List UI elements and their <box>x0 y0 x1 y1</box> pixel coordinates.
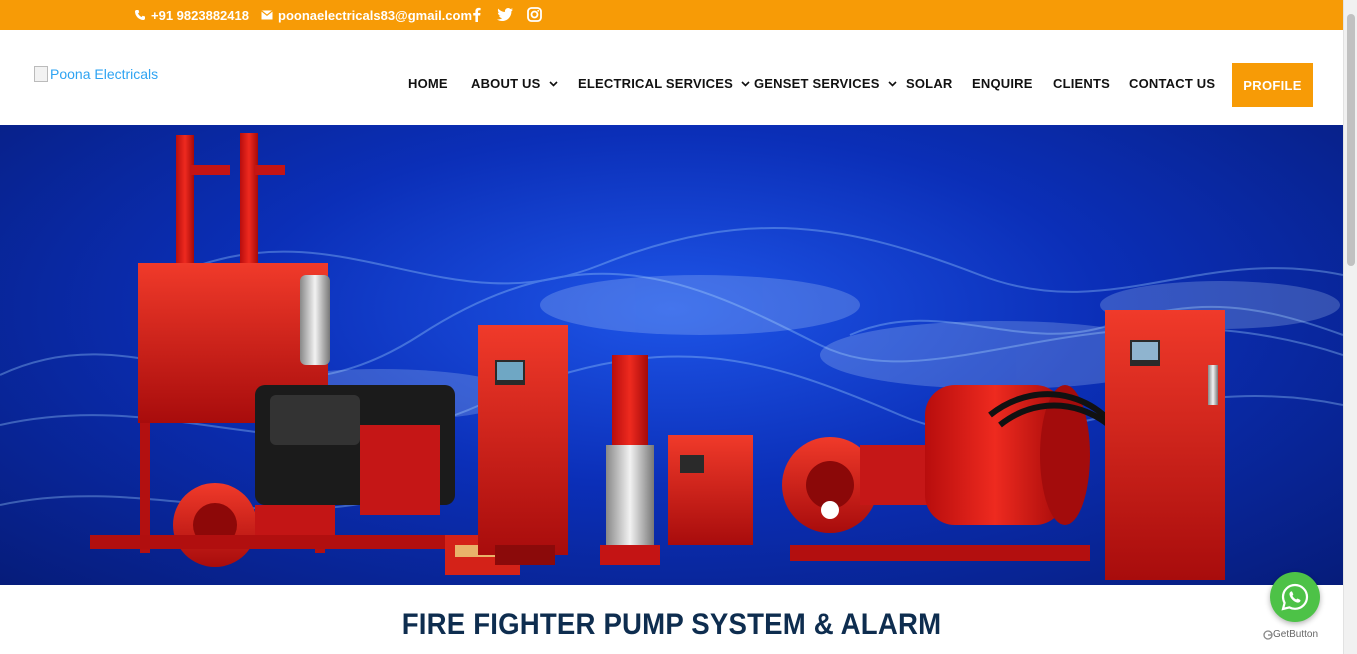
facebook-icon[interactable] <box>467 5 485 23</box>
phone-link[interactable]: +91 9823882418 <box>134 0 249 30</box>
scrollbar[interactable] <box>1343 0 1357 654</box>
nav-genset-services-label: GENSET SERVICES <box>754 76 880 91</box>
phone-number: +91 9823882418 <box>151 7 249 23</box>
twitter-icon[interactable] <box>496 5 514 23</box>
site-header: Poona Electricals HOME ABOUT US ELECTRIC… <box>0 30 1343 125</box>
nav-clients[interactable]: CLIENTS <box>1053 76 1110 91</box>
nav-electrical-services-label: ELECTRICAL SERVICES <box>578 76 734 91</box>
getbutton-logo-icon <box>1263 629 1273 640</box>
email-address: poonaelectricals83@gmail.com <box>278 7 473 23</box>
whatsapp-icon <box>1281 583 1309 611</box>
nav-about-us[interactable]: ABOUT US <box>471 76 558 91</box>
scrollbar-thumb[interactable] <box>1347 14 1355 266</box>
nav-clients-label: CLIENTS <box>1053 76 1111 91</box>
nav-contact-us-label: CONTACT US <box>1129 76 1216 91</box>
email-link[interactable]: poonaelectricals83@gmail.com <box>261 0 472 30</box>
nav-enquire-label: ENQUIRE <box>972 76 1033 91</box>
chevron-down-icon <box>741 80 750 87</box>
nav-about-us-label: ABOUT US <box>471 76 541 91</box>
phone-icon <box>135 10 145 20</box>
chevron-down-icon <box>548 80 558 87</box>
email-icon <box>261 10 273 20</box>
nav-solar-label: SOLAR <box>906 76 953 91</box>
fire-pump-illustration <box>0 133 1343 580</box>
nav-contact-us[interactable]: CONTACT US <box>1129 76 1215 91</box>
nav-home[interactable]: HOME <box>408 76 448 91</box>
getbutton-label: GetButton <box>1273 629 1319 640</box>
instagram-icon[interactable] <box>525 5 543 23</box>
page-headline: FIRE FIGHTER PUMP SYSTEM & ALARM <box>401 608 942 641</box>
nav-solar[interactable]: SOLAR <box>906 76 953 91</box>
profile-button[interactable]: PROFILE <box>1232 63 1313 107</box>
nav-electrical-services[interactable]: ELECTRICAL SERVICES <box>578 76 750 91</box>
getbutton-credit[interactable]: GetButton <box>1263 629 1318 640</box>
chevron-down-icon <box>888 80 897 87</box>
whatsapp-button[interactable] <box>1270 572 1320 622</box>
nav-genset-services[interactable]: GENSET SERVICES <box>754 76 897 91</box>
hero-image <box>0 125 1343 585</box>
top-bar: +91 9823882418 poonaelectricals83@gmail.… <box>0 0 1343 30</box>
nav-home-label: HOME <box>408 76 448 91</box>
main-nav: HOME ABOUT US ELECTRICAL SERVICES GENSET… <box>0 30 1343 125</box>
nav-enquire[interactable]: ENQUIRE <box>972 76 1033 91</box>
